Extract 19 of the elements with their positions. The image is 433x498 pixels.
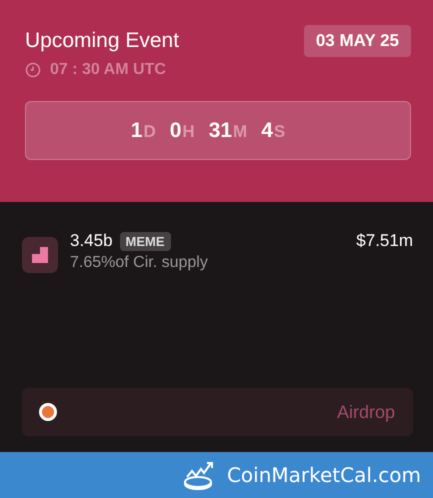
countdown-unit: D bbox=[143, 122, 156, 140]
countdown-value: 1 bbox=[130, 118, 142, 142]
countdown-value: 31 bbox=[208, 118, 232, 142]
token-amount: 3.45b bbox=[70, 231, 113, 251]
token-logo-icon bbox=[22, 237, 58, 273]
brand-link[interactable]: CoinMarketCal.com bbox=[226, 463, 421, 487]
clock-icon bbox=[25, 62, 41, 78]
countdown-unit: M bbox=[233, 122, 248, 140]
countdown-value: 4 bbox=[261, 118, 273, 142]
countdown-unit: H bbox=[182, 122, 195, 140]
token-tag: MEME bbox=[120, 232, 171, 250]
supply-text: 7.65%of Cir. supply bbox=[70, 254, 209, 272]
token-value: $7.51m bbox=[356, 231, 413, 251]
event-title: Upcoming Event bbox=[25, 29, 180, 53]
countdown-value: 0 bbox=[170, 118, 182, 142]
countdown-unit: S bbox=[274, 122, 286, 140]
category-label: Airdrop bbox=[336, 402, 395, 422]
event-date: 03 MAY 25 bbox=[304, 25, 411, 57]
event-time: 07 : 30 AM UTC bbox=[50, 61, 166, 79]
